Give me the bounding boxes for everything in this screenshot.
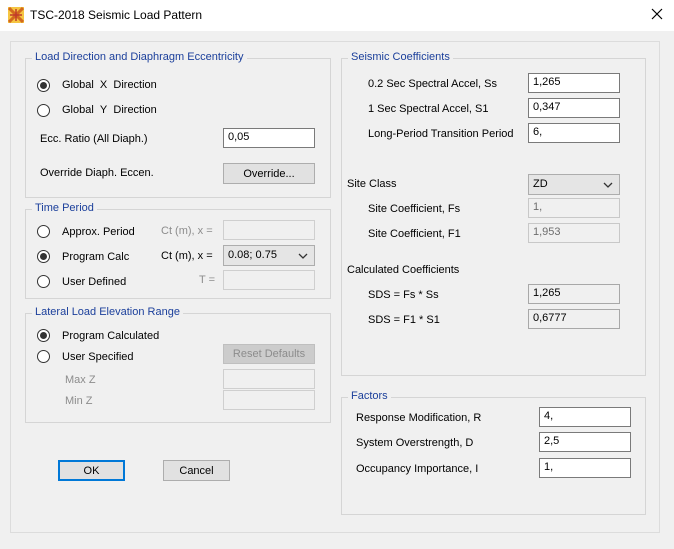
- approx-ct-label: Ct (m), x =: [161, 225, 213, 237]
- ok-button[interactable]: OK: [58, 460, 125, 481]
- program-ct-value: 0.08; 0.75: [228, 249, 277, 261]
- ss-label: 0.2 Sec Spectral Accel, Ss: [368, 78, 498, 90]
- seismic-coefficients-legend: Seismic Coefficients: [348, 51, 453, 63]
- program-calc-radio[interactable]: [37, 250, 50, 263]
- override-label: Override Diaph. Eccen.: [40, 167, 154, 179]
- time-period-legend: Time Period: [32, 202, 97, 214]
- max-z-input[interactable]: [223, 369, 315, 389]
- user-defined-label: User Defined: [62, 276, 127, 288]
- factors-legend: Factors: [348, 390, 391, 402]
- user-defined-radio[interactable]: [37, 275, 50, 288]
- response-modification-label: Response Modification, R: [356, 412, 482, 424]
- min-z-label: Min Z: [65, 395, 93, 407]
- global-y-radio[interactable]: [37, 104, 50, 117]
- site-class-value: ZD: [533, 178, 548, 190]
- ecc-ratio-label: Ecc. Ratio (All Diaph.): [40, 133, 148, 145]
- f1-input[interactable]: 1,953: [528, 223, 620, 243]
- user-specified-label: User Specified: [62, 351, 134, 363]
- approx-ct-input[interactable]: [223, 220, 315, 240]
- user-specified-radio[interactable]: [37, 350, 50, 363]
- system-overstrength-label: System Overstrength, D: [356, 437, 474, 449]
- sds-value: 1,265: [528, 284, 620, 304]
- program-ct-label: Ct (m), x =: [161, 250, 213, 262]
- sds-label: SDS = Fs * Ss: [368, 289, 439, 301]
- tl-label: Long-Period Transition Period: [368, 128, 514, 140]
- title-bar: TSC-2018 Seismic Load Pattern: [0, 0, 674, 31]
- system-overstrength-input[interactable]: 2,5: [539, 432, 631, 452]
- load-direction-legend: Load Direction and Diaphragm Eccentricit…: [32, 51, 247, 63]
- sd1-label: SDS = F1 * S1: [368, 314, 440, 326]
- max-z-label: Max Z: [65, 374, 96, 386]
- ss-input[interactable]: 1,265: [528, 73, 620, 93]
- reset-defaults-button[interactable]: Reset Defaults: [223, 344, 315, 364]
- f1-label: Site Coefficient, F1: [368, 228, 461, 240]
- etabs-app-icon: [7, 6, 25, 24]
- program-calculated-label: Program Calculated: [62, 330, 160, 342]
- occupancy-importance-input[interactable]: 1,: [539, 458, 631, 478]
- elevation-range-legend: Lateral Load Elevation Range: [32, 306, 183, 318]
- s1-input[interactable]: 0,347: [528, 98, 620, 118]
- cancel-button[interactable]: Cancel: [163, 460, 230, 481]
- min-z-input[interactable]: [223, 390, 315, 410]
- approx-period-label: Approx. Period: [62, 226, 135, 238]
- ecc-ratio-input[interactable]: 0,05: [223, 128, 315, 148]
- approx-period-radio[interactable]: [37, 225, 50, 238]
- global-x-label: Global X Direction: [62, 79, 157, 91]
- occupancy-importance-label: Occupancy Importance, I: [356, 463, 479, 475]
- override-button[interactable]: Override...: [223, 163, 315, 184]
- site-class-label: Site Class: [347, 178, 397, 190]
- fs-input[interactable]: 1,: [528, 198, 620, 218]
- window-title: TSC-2018 Seismic Load Pattern: [30, 8, 203, 22]
- calculated-coefficients-heading: Calculated Coefficients: [347, 264, 460, 276]
- chevron-down-icon: [297, 250, 309, 262]
- close-icon: [651, 8, 663, 23]
- user-t-label: T =: [199, 274, 216, 286]
- close-button[interactable]: [640, 0, 674, 31]
- program-calc-label: Program Calc: [62, 251, 130, 263]
- response-modification-input[interactable]: 4,: [539, 407, 631, 427]
- global-x-radio[interactable]: [37, 79, 50, 92]
- fs-label: Site Coefficient, Fs: [368, 203, 461, 215]
- program-ct-select[interactable]: 0.08; 0.75: [223, 245, 315, 266]
- sd1-value: 0,6777: [528, 309, 620, 329]
- chevron-down-icon: [602, 179, 614, 191]
- global-y-label: Global Y Direction: [62, 104, 157, 116]
- program-calculated-radio[interactable]: [37, 329, 50, 342]
- user-t-input[interactable]: [223, 270, 315, 290]
- s1-label: 1 Sec Spectral Accel, S1: [368, 103, 489, 115]
- tl-input[interactable]: 6,: [528, 123, 620, 143]
- site-class-select[interactable]: ZD: [528, 174, 620, 195]
